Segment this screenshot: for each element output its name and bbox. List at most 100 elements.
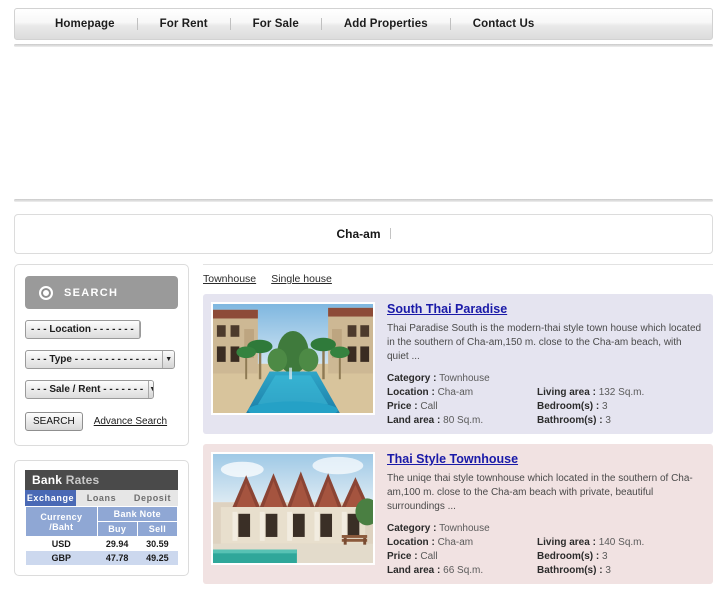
table-row: GBP 47.78 49.25 xyxy=(25,551,178,565)
spec-bathrooms: Bathroom(s) : 3 xyxy=(537,415,705,426)
location-select-value: - - - Location - - - - - - - xyxy=(31,324,134,335)
spec-value-category: Townhouse xyxy=(439,523,490,534)
banner-divider xyxy=(14,199,713,202)
nav-item-for-rent[interactable]: For Rent xyxy=(138,18,230,30)
nav-item-contact-us[interactable]: Contact Us xyxy=(451,18,557,30)
bank-rates-title: Bank Rates xyxy=(25,470,178,490)
cell-buy: 47.78 xyxy=(97,551,138,565)
tab-exchange[interactable]: Exchange xyxy=(25,490,76,506)
nav-item-for-sale[interactable]: For Sale xyxy=(231,18,321,30)
nav-item-add-properties[interactable]: Add Properties xyxy=(322,18,450,30)
spec-location: Location : Cha-am xyxy=(387,387,537,398)
column-header-currency: Currency /Baht xyxy=(25,506,98,537)
cell-currency: GBP xyxy=(25,551,98,565)
page-title: Cha-am xyxy=(336,227,391,241)
location-name: Cha-am xyxy=(336,227,381,241)
cell-sell: 49.25 xyxy=(137,551,178,565)
category-link-townhouse[interactable]: Townhouse xyxy=(203,273,256,285)
listing-info: South Thai Paradise Thai Paradise South … xyxy=(387,302,705,426)
spec-price: Price : Call xyxy=(387,401,537,412)
spec-label-price: Price : xyxy=(387,401,418,412)
type-select-value: - - - Type - - - - - - - - - - - - - - xyxy=(31,354,158,365)
search-panel: SEARCH - - - Location - - - - - - - ▼ - … xyxy=(14,264,189,446)
spec-label-price: Price : xyxy=(387,551,418,562)
spec-label-land-area: Land area : xyxy=(387,565,441,576)
spec-category: Category : Townhouse xyxy=(387,373,705,384)
tab-loans[interactable]: Loans xyxy=(76,490,127,506)
listing-title[interactable]: Thai Style Townhouse xyxy=(387,452,518,466)
location-select[interactable]: - - - Location - - - - - - - ▼ xyxy=(25,320,141,339)
category-links: Townhouse Single house xyxy=(203,273,713,294)
pool-courtyard-photo[interactable] xyxy=(211,302,375,415)
spec-bedrooms: Bedroom(s) : 3 xyxy=(537,401,705,412)
chevron-down-icon: ▼ xyxy=(162,351,174,368)
spec-value-bathrooms: 3 xyxy=(605,415,611,426)
spec-value-living-area: 132 Sq.m. xyxy=(598,387,645,398)
cell-currency: USD xyxy=(25,536,98,551)
sidebar: SEARCH - - - Location - - - - - - - ▼ - … xyxy=(14,264,189,576)
spec-living-area: Living area : 140 Sq.m. xyxy=(537,537,705,548)
thai-roof-townhouse-photo[interactable] xyxy=(211,452,375,565)
bank-rates-panel: Bank Rates Exchange Loans Deposit Curren… xyxy=(14,460,189,576)
listing-card[interactable]: Thai Style Townhouse The uniqe thai styl… xyxy=(203,444,713,584)
spec-label-category: Category : xyxy=(387,373,437,384)
spec-label-location: Location : xyxy=(387,537,435,548)
listing-specs: Category : Townhouse Location : Cha-am L… xyxy=(387,373,705,426)
table-header-row: Currency /Baht Bank Note xyxy=(25,506,179,537)
spec-land-area: Land area : 66 Sq.m. xyxy=(387,565,537,576)
chevron-down-icon: ▼ xyxy=(148,381,153,398)
nav-item-homepage[interactable]: Homepage xyxy=(33,18,137,30)
spec-bedrooms: Bedroom(s) : 3 xyxy=(537,551,705,562)
column-header-buy: Buy xyxy=(96,521,138,537)
search-panel-header: SEARCH xyxy=(25,276,178,309)
cell-sell: 30.59 xyxy=(137,536,178,551)
spec-label-bathrooms: Bathroom(s) : xyxy=(537,565,603,576)
listing-specs: Category : Townhouse Location : Cha-am L… xyxy=(387,523,705,576)
spec-label-living-area: Living area : xyxy=(537,387,596,398)
spec-land-area: Land area : 80 Sq.m. xyxy=(387,415,537,426)
bank-rates-title-bold: Bank xyxy=(32,473,63,487)
category-link-single-house[interactable]: Single house xyxy=(271,273,332,285)
tab-deposit[interactable]: Deposit xyxy=(127,490,178,506)
advance-search-link[interactable]: Advance Search xyxy=(94,416,167,427)
spec-location: Location : Cha-am xyxy=(387,537,537,548)
column-header-sell: Sell xyxy=(136,521,179,537)
bank-rates-tabs: Exchange Loans Deposit xyxy=(25,490,178,506)
listing-description: The uniqe thai style townhouse which loc… xyxy=(387,473,693,512)
listing-card[interactable]: South Thai Paradise Thai Paradise South … xyxy=(203,294,713,434)
listing-title[interactable]: South Thai Paradise xyxy=(387,302,507,316)
spec-value-price: Call xyxy=(420,401,438,412)
exchange-rate-table: Currency /Baht Bank Note Buy Sell USD 29… xyxy=(25,506,179,565)
header: Homepage For Rent For Sale Add Propertie… xyxy=(0,0,727,40)
spec-label-bedrooms: Bedroom(s) : xyxy=(537,401,600,412)
spec-value-land-area: 66 Sq.m. xyxy=(443,565,484,576)
spec-value-land-area: 80 Sq.m. xyxy=(443,415,484,426)
search-panel-title: SEARCH xyxy=(64,286,119,299)
spec-category: Category : Townhouse xyxy=(387,523,705,534)
spec-value-location: Cha-am xyxy=(437,537,474,548)
spec-value-category: Townhouse xyxy=(439,373,490,384)
bank-rates-title-light: Rates xyxy=(65,473,100,487)
table-row: USD 29.94 30.59 xyxy=(25,536,178,551)
spec-price: Price : Call xyxy=(387,551,537,562)
listing-info: Thai Style Townhouse The uniqe thai styl… xyxy=(387,452,705,576)
type-select[interactable]: - - - Type - - - - - - - - - - - - - - ▼ xyxy=(25,350,175,369)
main-navigation: Homepage For Rent For Sale Add Propertie… xyxy=(14,8,713,40)
currency-label: Currency xyxy=(40,511,83,522)
spec-value-bedrooms: 3 xyxy=(602,551,608,562)
spec-living-area: Living area : 132 Sq.m. xyxy=(537,387,705,398)
spec-value-bedrooms: 3 xyxy=(602,401,608,412)
search-button[interactable]: SEARCH xyxy=(25,412,83,431)
spec-value-bathrooms: 3 xyxy=(605,565,611,576)
sale-rent-select-value: - - - Sale / Rent - - - - - - - xyxy=(31,384,144,395)
spec-label-bedrooms: Bedroom(s) : xyxy=(537,551,600,562)
spec-label-bathrooms: Bathroom(s) : xyxy=(537,415,603,426)
listing-description: Thai Paradise South is the modern-thai s… xyxy=(387,323,702,362)
banner-area xyxy=(14,47,713,199)
cell-buy: 29.94 xyxy=(97,536,138,551)
spec-value-living-area: 140 Sq.m. xyxy=(598,537,645,548)
sale-rent-select[interactable]: - - - Sale / Rent - - - - - - - ▼ xyxy=(25,380,154,399)
spec-bathrooms: Bathroom(s) : 3 xyxy=(537,565,705,576)
search-actions: SEARCH Advance Search xyxy=(25,412,178,431)
chevron-down-icon: ▼ xyxy=(138,321,140,338)
